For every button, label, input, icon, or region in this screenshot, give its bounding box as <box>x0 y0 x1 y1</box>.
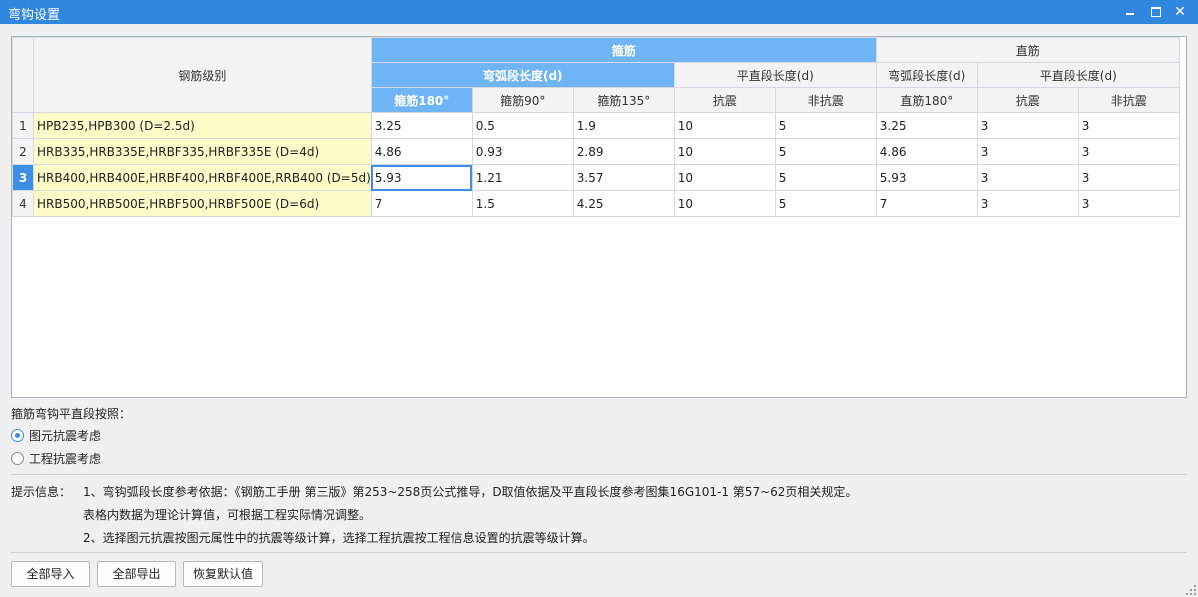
radio-label[interactable]: 图元抗震考虑 <box>29 427 101 444</box>
straight-arc-header: 弯弧段长度(d) <box>875 62 978 88</box>
hint-label: 提示信息： <box>11 485 72 499</box>
value-cell[interactable]: 10 <box>673 138 776 165</box>
col-header[interactable]: 非抗震 <box>774 87 877 113</box>
value-cell[interactable]: 3 <box>976 138 1079 165</box>
value-cell[interactable]: 4.86 <box>370 138 473 165</box>
value-cell[interactable]: 3 <box>1077 190 1180 217</box>
radio-unselected-icon[interactable] <box>11 451 24 465</box>
value-cell[interactable]: 5 <box>774 112 877 139</box>
col-header[interactable]: 箍筋180° <box>370 87 473 113</box>
straight-header: 直筋 <box>875 37 1180 63</box>
col-header[interactable]: 非抗震 <box>1077 87 1180 113</box>
export-all-button[interactable]: 全部导出 <box>97 561 176 587</box>
stirrup-option-label: 箍筋弯钩平直段按照： <box>11 407 132 421</box>
value-cell[interactable]: 1.9 <box>572 112 675 139</box>
value-cell[interactable]: 1.21 <box>471 164 574 191</box>
value-cell[interactable]: 4.86 <box>875 138 978 165</box>
radio-selected-icon[interactable] <box>11 428 24 442</box>
value-cell[interactable]: 3.57 <box>572 164 675 191</box>
value-cell[interactable]: 3 <box>1077 138 1180 165</box>
value-cell[interactable]: 3 <box>1077 112 1180 139</box>
col-header[interactable]: 抗震 <box>673 87 776 113</box>
value-cell[interactable]: 0.93 <box>471 138 574 165</box>
row-number[interactable]: 3 <box>12 164 34 191</box>
import-all-button[interactable]: 全部导入 <box>11 561 90 587</box>
value-cell[interactable]: 5.93 <box>875 164 978 191</box>
row-number[interactable]: 1 <box>12 112 34 139</box>
close-icon[interactable]: ✕ <box>1165 0 1195 24</box>
title-bar: 弯钩设置 ✕ <box>0 0 1198 24</box>
col-header[interactable]: 箍筋90° <box>471 87 574 113</box>
value-cell[interactable]: 3.25 <box>370 112 473 139</box>
value-cell[interactable]: 1.5 <box>471 190 574 217</box>
row-number[interactable]: 2 <box>12 138 34 165</box>
col-header[interactable]: 直筋180° <box>875 87 978 113</box>
value-cell[interactable]: 7 <box>875 190 978 217</box>
restore-default-button[interactable]: 恢复默认值 <box>183 561 263 587</box>
stirrup-flat-header: 平直段长度(d) <box>673 62 877 88</box>
value-cell[interactable]: 2.89 <box>572 138 675 165</box>
radio-element-seismic[interactable]: 图元抗震考虑 <box>11 426 101 444</box>
value-cell[interactable]: 5.93 <box>370 164 473 191</box>
stirrup-arc-header: 弯弧段长度(d) <box>370 62 675 88</box>
value-cell[interactable]: 5 <box>774 138 877 165</box>
col-header[interactable]: 箍筋135° <box>572 87 675 113</box>
value-cell[interactable]: 7 <box>370 190 473 217</box>
radio-label[interactable]: 工程抗震考虑 <box>29 450 101 467</box>
table-row[interactable]: 4 HRB500,HRB500E,HRBF500,HRBF500E (D=6d) 7… <box>12 190 1180 217</box>
value-cell[interactable]: 3 <box>976 190 1079 217</box>
hint-line: 2、选择图元抗震按图元属性中的抗震等级计算，选择工程抗震按工程信息设置的抗震等级… <box>83 531 595 545</box>
resize-grip-icon[interactable] <box>1186 585 1196 595</box>
table-row[interactable]: 1 HPB235,HPB300 (D=2.5d) 3.25 0.5 1.9 10 5 3.25… <box>12 112 1180 139</box>
row-number[interactable]: 4 <box>12 190 34 217</box>
grade-cell: HRB335,HRB335E,HRBF335,HRBF335E (D=4d) <box>33 138 372 165</box>
radio-project-seismic[interactable]: 工程抗震考虑 <box>11 449 101 467</box>
divider <box>11 552 1187 553</box>
value-cell[interactable]: 3 <box>976 112 1079 139</box>
grade-cell: HPB235,HPB300 (D=2.5d) <box>33 112 372 139</box>
grade-header: 钢筋级别 <box>33 37 372 113</box>
value-cell[interactable]: 5 <box>774 190 877 217</box>
value-cell[interactable]: 3.25 <box>875 112 978 139</box>
value-cell[interactable]: 10 <box>673 112 776 139</box>
table-row[interactable]: 2 HRB335,HRB335E,HRBF335,HRBF335E (D=4d) 4… <box>12 138 1180 165</box>
value-cell[interactable]: 4.25 <box>572 190 675 217</box>
value-cell[interactable]: 3 <box>976 164 1079 191</box>
grade-cell: HRB400,HRB400E,HRBF400,HRBF400E,RRB400 (… <box>33 164 372 191</box>
value-cell[interactable]: 10 <box>673 164 776 191</box>
divider <box>11 474 1187 475</box>
hook-settings-grid: 钢筋级别 箍筋 直筋 弯弧段长度(d) 平直段长度(d) 弯弧段长度(d) 平直… <box>11 36 1187 398</box>
table-row[interactable]: 3 HRB400,HRB400E,HRBF400,HRBF400E,RRB400 … <box>12 164 1180 191</box>
hint-line: 表格内数据为理论计算值，可根据工程实际情况调整。 <box>83 508 372 522</box>
hook-table: 钢筋级别 箍筋 直筋 弯弧段长度(d) 平直段长度(d) 弯弧段长度(d) 平直… <box>12 37 1180 217</box>
corner-cell <box>12 37 34 113</box>
col-header[interactable]: 抗震 <box>976 87 1079 113</box>
value-cell[interactable]: 0.5 <box>471 112 574 139</box>
straight-flat-header: 平直段长度(d) <box>976 62 1180 88</box>
stirrup-header: 箍筋 <box>370 37 877 63</box>
grade-cell: HRB500,HRB500E,HRBF500,HRBF500E (D=6d) <box>33 190 372 217</box>
value-cell[interactable]: 3 <box>1077 164 1180 191</box>
value-cell[interactable]: 5 <box>774 164 877 191</box>
value-cell[interactable]: 10 <box>673 190 776 217</box>
window-title: 弯钩设置 <box>8 8 61 23</box>
hint-line: 1、弯钩弧段长度参考依据：《钢筋工手册 第三版》第253~258页公式推导，D取… <box>83 485 858 499</box>
